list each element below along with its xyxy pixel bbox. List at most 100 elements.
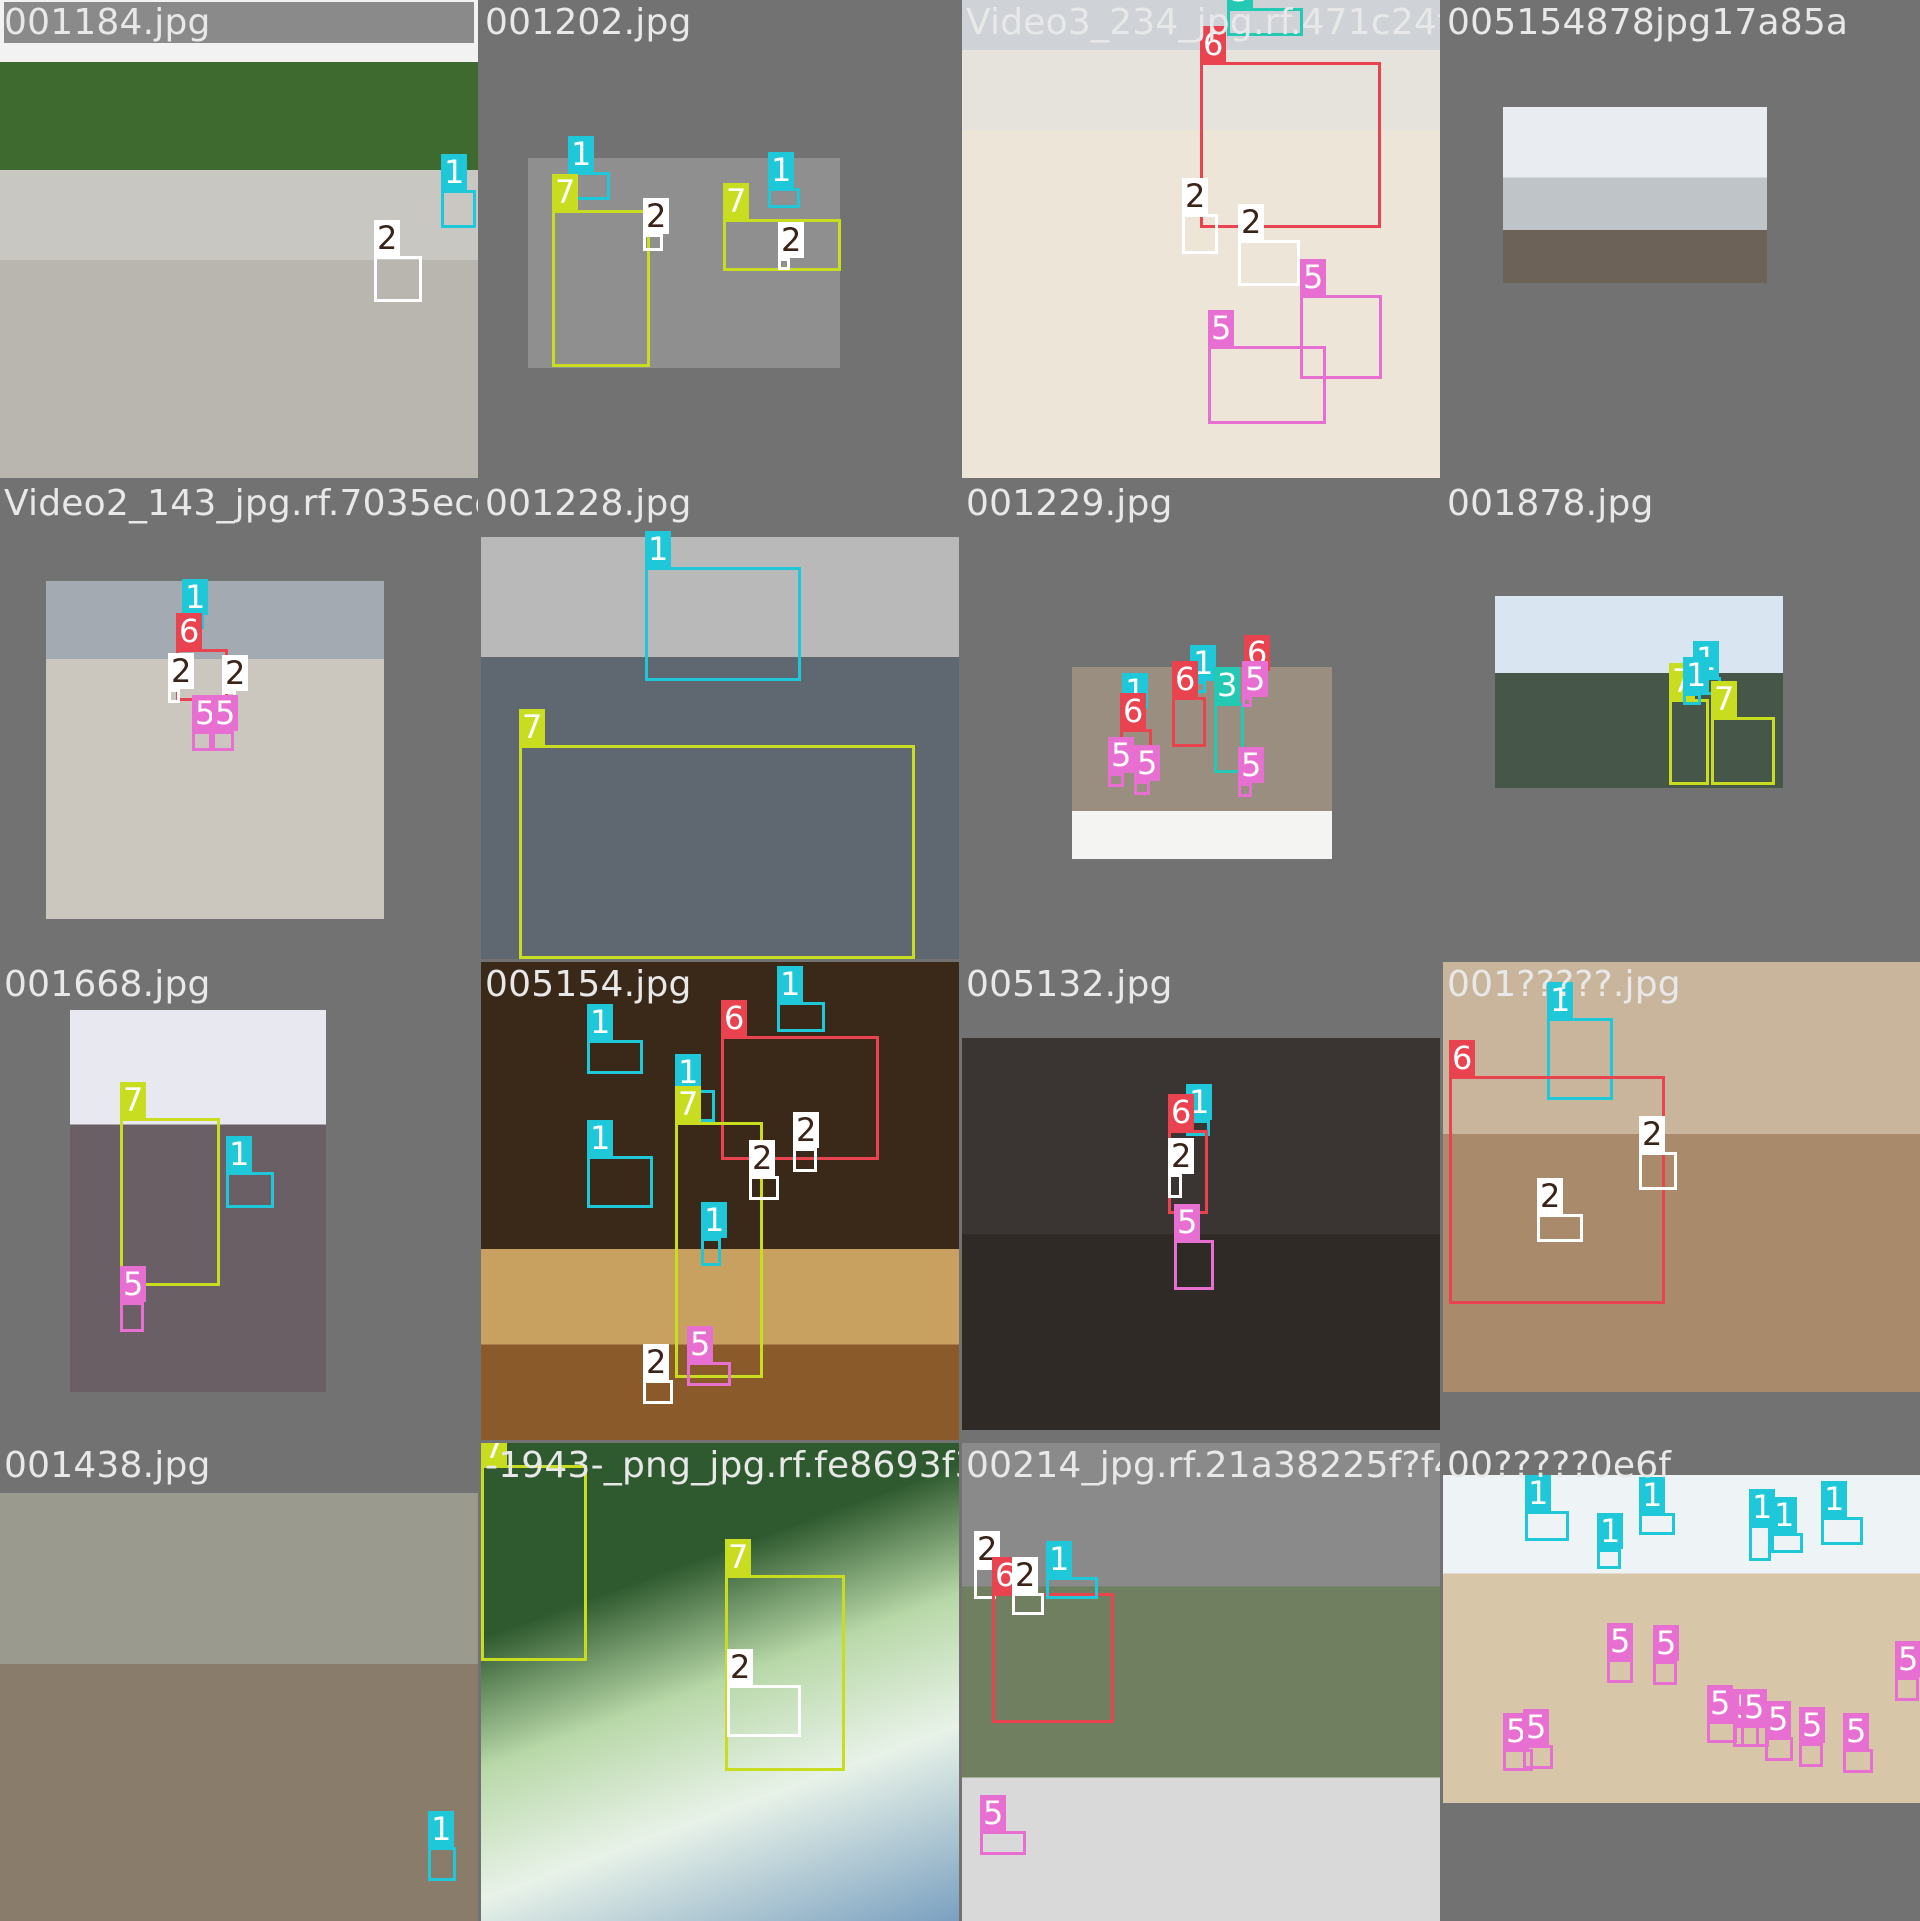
box-label: 2 xyxy=(1012,1557,1039,1593)
tile-10: 005154.jpg 1 1 1 1 1 6 7 2 2 2 5 xyxy=(481,962,959,1440)
box-label: 6 xyxy=(721,1000,748,1036)
tile-7: 001229.jpg 1 6 1 6 6 3 5 5 5 5 xyxy=(962,481,1440,959)
tile-filename: 001184.jpg xyxy=(4,2,474,43)
detection-box: 1 xyxy=(1639,1477,1675,1535)
detection-box: 5 xyxy=(1607,1623,1634,1683)
box-label: 5 xyxy=(120,1266,147,1302)
detection-box: 1 xyxy=(1821,1481,1863,1545)
detection-box: 5 xyxy=(1523,1709,1553,1769)
detection-box: 1 xyxy=(226,1136,274,1208)
box-label: 5 xyxy=(1607,1623,1634,1659)
box-label: 2 xyxy=(643,198,670,234)
box-label: 1 xyxy=(568,136,595,172)
tile-8: 001878.jpg 1 7 1 7 xyxy=(1443,481,1920,959)
box-label: 1 xyxy=(587,1004,614,1040)
detection-box: 1 xyxy=(587,1120,653,1208)
detection-box: 1 xyxy=(1525,1475,1569,1541)
box-label: 7 xyxy=(1711,681,1738,717)
box-label: 5 xyxy=(1843,1713,1870,1749)
tile-filename: 001668.jpg xyxy=(4,964,211,1005)
detection-box: 1 xyxy=(1683,657,1710,705)
detection-box: 1 xyxy=(768,152,800,208)
box-label: 6 xyxy=(176,613,203,649)
tile-filename: 001878.jpg xyxy=(1447,483,1654,524)
detection-box: 7 xyxy=(120,1082,220,1286)
tile-filename: 001229.jpg xyxy=(966,483,1173,524)
photo xyxy=(0,0,478,478)
detection-box: 1 xyxy=(1749,1489,1776,1561)
detection-box: 1 xyxy=(645,531,801,681)
detection-box: 6 xyxy=(992,1557,1114,1723)
detection-box: 2 xyxy=(374,220,422,302)
box-label: 5 xyxy=(1765,1701,1792,1737)
detection-box: 6 xyxy=(1200,26,1381,228)
detection-mosaic: 001184.jpg 1 2 001202.jpg 1 1 7 7 2 2 Vi… xyxy=(0,0,1920,1921)
box-label: 2 xyxy=(168,653,195,689)
detection-box: 5 xyxy=(980,1795,1026,1855)
detection-box: 1 xyxy=(777,966,825,1032)
box-label: 2 xyxy=(778,222,805,258)
tile-filename: 001202.jpg xyxy=(485,2,692,43)
tile-12: 001?????.jpg 1 6 2 2 xyxy=(1443,962,1920,1440)
box-label: 5 xyxy=(1895,1641,1920,1677)
box-label: 5 xyxy=(1134,745,1161,781)
tile-filename: Video3_234_jpg.rf.471c24f2... xyxy=(966,2,1440,43)
box-label: 5 xyxy=(1174,1204,1201,1240)
box-label: 5 xyxy=(980,1795,1007,1831)
box-label: 5 xyxy=(1741,1689,1768,1725)
box-label: 1 xyxy=(768,152,795,188)
box-label: 5 xyxy=(212,695,239,731)
detection-box: 2 xyxy=(643,1344,673,1404)
detection-box: 5 xyxy=(1765,1701,1793,1761)
detection-box: 2 xyxy=(749,1140,779,1200)
detection-box: 2 xyxy=(168,653,195,703)
box-label: 1 xyxy=(1046,1541,1073,1577)
box-label: 6 xyxy=(1120,693,1147,729)
tile-11: 005132.jpg 1 6 2 5 xyxy=(962,962,1440,1440)
box-label: 5 xyxy=(1799,1707,1826,1743)
detection-box: 2 xyxy=(1639,1116,1677,1190)
tile-1: 001184.jpg 1 2 xyxy=(0,0,478,478)
tile-filename: 001228.jpg xyxy=(485,483,692,524)
detection-box: 7 xyxy=(1711,681,1775,785)
detection-box: 1 xyxy=(1046,1541,1098,1599)
box-label: 1 xyxy=(587,1120,614,1156)
detection-box: 6 xyxy=(1172,661,1206,747)
tile-9: 001668.jpg 7 1 5 xyxy=(0,962,478,1440)
tile-15: 00214_jpg.rf.21a38225f?f45?e6f 2 6 2 1 5 xyxy=(962,1443,1440,1921)
tile-4: 005154878jpg17a85a xyxy=(1443,0,1920,478)
box-label: 1 xyxy=(777,966,804,1002)
detection-box: 1 xyxy=(428,1811,456,1881)
tile-filename: 001?????.jpg xyxy=(1447,964,1681,1005)
detection-box: 1 xyxy=(1597,1513,1624,1569)
tile-filename: 001438.jpg xyxy=(4,1445,211,1486)
detection-box: 7 xyxy=(1669,663,1709,785)
detection-box: 5 xyxy=(1843,1713,1873,1773)
tile-14: -1943-_png_jpg.rf.fe8693f39e2091?c6615a … xyxy=(481,1443,959,1921)
tile-13: 001438.jpg 1 xyxy=(0,1443,478,1921)
box-label: 7 xyxy=(725,1539,752,1575)
box-label: 2 xyxy=(727,1649,754,1685)
box-label: 6 xyxy=(1172,661,1199,697)
box-label: 7 xyxy=(723,183,750,219)
detection-box: 2 xyxy=(793,1112,820,1172)
detection-box: 2 xyxy=(1012,1557,1044,1615)
box-label: 2 xyxy=(1639,1116,1666,1152)
detection-box: 5 xyxy=(1134,745,1161,795)
detection-box: 5 xyxy=(1895,1641,1920,1701)
tile-filename: 005132.jpg xyxy=(966,964,1173,1005)
box-label: 6 xyxy=(1168,1094,1195,1130)
box-label: 5 xyxy=(1242,661,1269,697)
box-label: 1 xyxy=(1683,657,1710,693)
box-label: 3 xyxy=(1214,667,1241,703)
box-label: 2 xyxy=(1182,178,1209,214)
detection-box: 5 xyxy=(192,695,219,751)
box-label: 6 xyxy=(1449,1040,1476,1076)
detection-box: 5 xyxy=(1799,1707,1826,1767)
tile-5: Video2_143_jpg.rf.7035ecdd041028cfdbd5a0… xyxy=(0,481,478,959)
detection-box: 1 xyxy=(441,154,476,228)
box-label: 1 xyxy=(645,531,672,567)
box-label: 5 xyxy=(1653,1625,1680,1661)
box-label: 7 xyxy=(519,709,546,745)
detection-box: 2 xyxy=(1537,1178,1583,1242)
